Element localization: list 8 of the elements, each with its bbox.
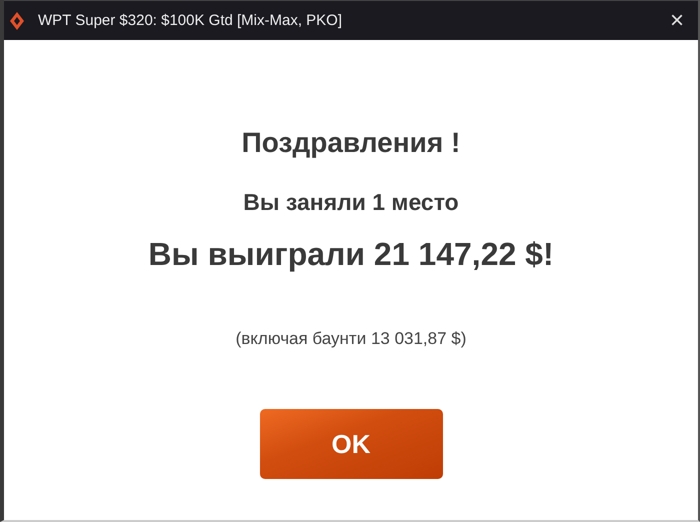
bounty-note: (включая баунти 13 031,87 $) [236,329,466,349]
diamond-logo-icon [10,12,24,30]
winnings-text: Вы выиграли 21 147,22 $! [148,236,554,273]
window-title: WPT Super $320: $100K Gtd [Mix-Max, PKO] [38,12,344,29]
place-text: Вы заняли 1 место [243,189,459,216]
close-button[interactable]: × [666,8,688,32]
ok-button[interactable]: OK [260,409,442,479]
heading: Поздравления ! [242,127,460,159]
